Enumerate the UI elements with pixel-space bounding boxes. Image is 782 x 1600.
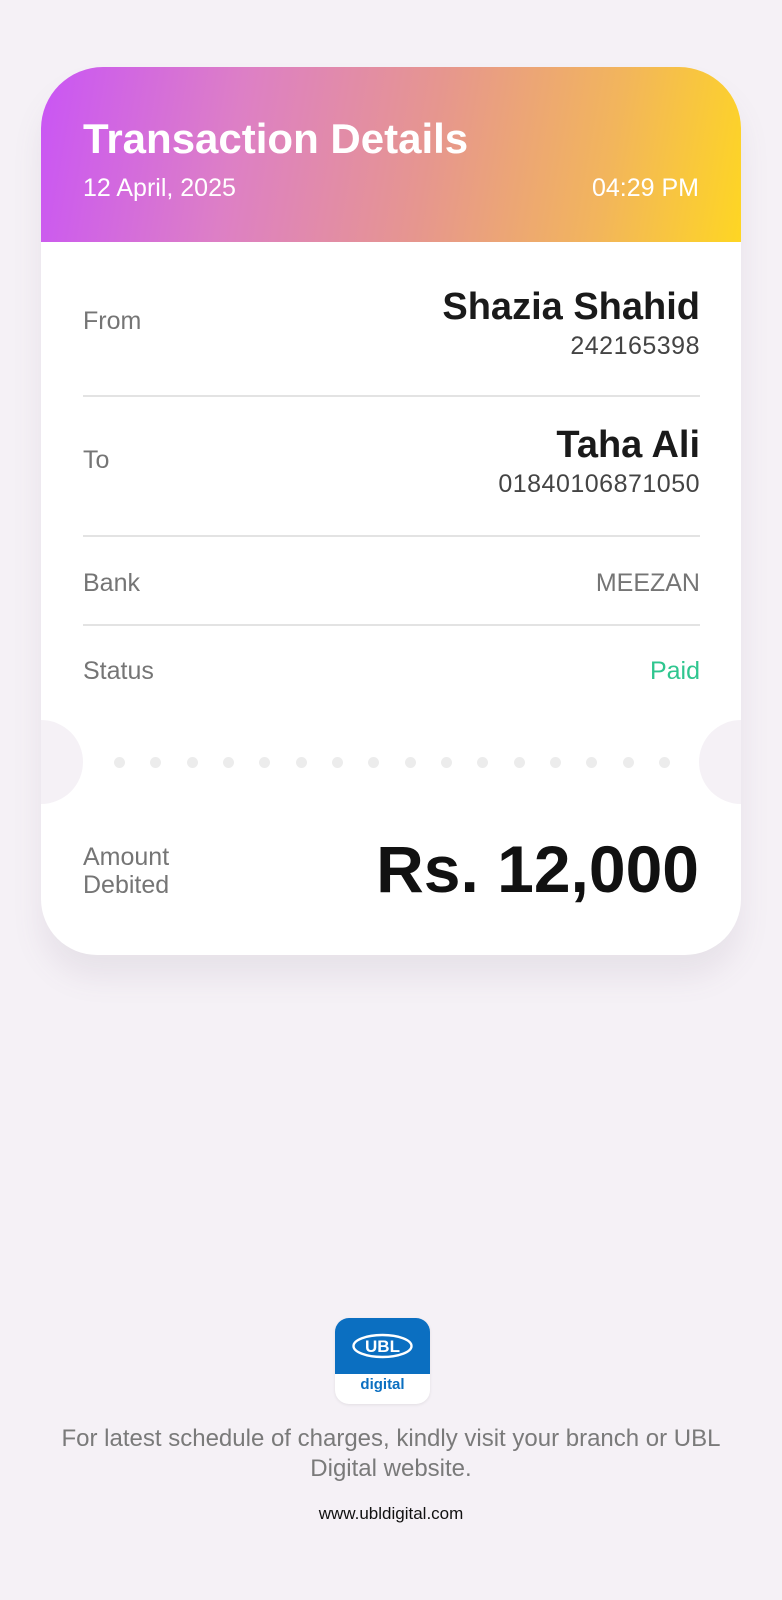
from-row: From Shazia Shahid 242165398	[83, 284, 700, 364]
receipt-header: Transaction Details 12 April, 2025 04:29…	[41, 67, 741, 242]
transaction-date: 12 April, 2025	[83, 174, 236, 202]
perforation-dot	[622, 757, 634, 768]
divider	[83, 624, 700, 626]
transaction-receipt-card: Transaction Details 12 April, 2025 04:29…	[41, 67, 741, 955]
logo-badge: UBL	[335, 1318, 430, 1374]
ticket-notch-right	[699, 720, 741, 804]
amount-label: Amount Debited	[83, 843, 170, 899]
perforation-dot	[440, 757, 452, 768]
website-link[interactable]: www.ubldigital.com	[0, 1503, 782, 1525]
perforation-dot	[586, 757, 598, 768]
page-title: Transaction Details	[83, 115, 469, 162]
sender-account-number: 242165398	[570, 332, 700, 360]
logo-wordmark: UBL	[365, 1337, 400, 1356]
ubl-digital-logo: UBL digital	[335, 1318, 430, 1404]
perforation-dot	[186, 757, 198, 768]
perforation-dot	[368, 757, 380, 768]
status-badge: Paid	[649, 657, 700, 685]
perforation-dot	[295, 757, 307, 768]
divider	[83, 535, 700, 537]
recipient-name: Taha Ali	[556, 424, 700, 466]
to-label: To	[83, 446, 110, 474]
perforation-dot	[259, 757, 271, 768]
transaction-time: 04:29 PM	[591, 174, 699, 202]
divider	[83, 395, 700, 397]
perforation-dot	[513, 757, 525, 768]
ticket-notch-left	[41, 720, 83, 804]
from-label: From	[83, 307, 142, 335]
ubl-logo-icon: UBL	[352, 1333, 413, 1359]
perforation-dot	[331, 757, 343, 768]
perforation-dot	[114, 757, 125, 768]
status-row: Status Paid	[83, 655, 700, 687]
perforation-dot	[222, 757, 234, 768]
bank-name: MEEZAN	[595, 569, 700, 597]
charges-note: For latest schedule of charges, kindly v…	[61, 1425, 721, 1482]
sender-name: Shazia Shahid	[442, 286, 700, 328]
amount-value: Rs. 12,000	[376, 832, 699, 906]
perforation-dot	[549, 757, 561, 768]
perforation-dot	[658, 757, 670, 768]
recipient-account-number: 01840106871050	[498, 470, 700, 498]
perforation-dots	[114, 757, 670, 769]
logo-subtext: digital	[360, 1376, 405, 1393]
status-label: Status	[83, 657, 154, 685]
bank-row: Bank MEEZAN	[83, 567, 700, 599]
perforation-dot	[150, 757, 162, 768]
perforation-dot	[404, 757, 416, 768]
perforation-dot	[477, 757, 489, 768]
bank-label: Bank	[83, 569, 140, 597]
to-row: To Taha Ali 01840106871050	[83, 420, 700, 500]
